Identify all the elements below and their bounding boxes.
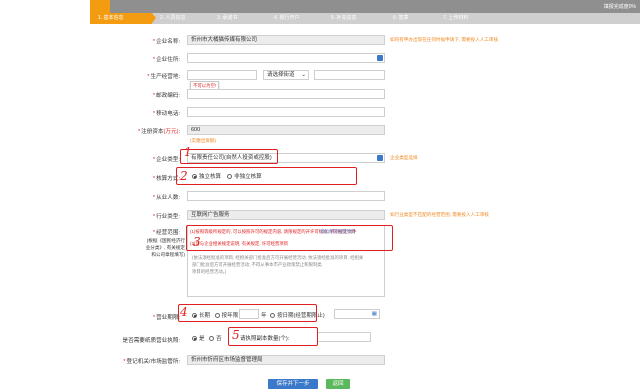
save-next-button[interactable]: 保存并下一步 (268, 379, 318, 389)
annotation-box-2 (176, 167, 357, 185)
progress-fill (90, 0, 110, 13)
company-type-picker-icon[interactable] (377, 155, 383, 161)
business-place-region-select[interactable] (187, 70, 257, 80)
annotation-box-5 (228, 327, 318, 346)
period-label: *营业期限: (152, 315, 180, 321)
company-type-hint: 企业类型选择 (390, 155, 418, 160)
calendar-icon[interactable]: ▦ (372, 310, 377, 318)
company-type-label: *企业类型: (152, 157, 180, 163)
company-address-field[interactable] (187, 53, 385, 63)
company-name-hint: 如何有申办出现在任何时候申请下, 需要投入人工审核 (390, 37, 499, 42)
postcode-label: *邮政编码: (152, 93, 180, 99)
annotation-box-4 (178, 304, 317, 322)
radio-yes[interactable]: 是 (192, 336, 205, 342)
business-place-detail-field[interactable] (314, 70, 385, 80)
mobile-field[interactable] (187, 107, 385, 117)
employees-field[interactable] (187, 191, 385, 201)
paper-license-radio-group: 是 否 (192, 334, 222, 342)
chevron-down-icon: ⌄ (301, 72, 306, 78)
radio-no[interactable]: 否 (209, 336, 222, 342)
progress-label: 填报完成度0% (603, 4, 636, 10)
industry-hint: 如行业类型不匹配的经营范围, 需要投入人工审核 (390, 212, 490, 217)
capital-field[interactable]: 600 (187, 125, 385, 135)
authority-label: *登记机关/市场监管所: (123, 359, 180, 365)
business-place-label: *生产经营地: (147, 74, 180, 80)
authority-field[interactable]: 忻州市忻府区市场监督管理局 (187, 355, 385, 365)
business-place-street-select[interactable]: 请选择街道 ⌄ (263, 70, 309, 80)
scope-gray-line-2: 部门批准后方可开展经营活动; 不得从事本市产业政策禁止和限制类 (192, 262, 322, 267)
mobile-label: *移动电话: (152, 111, 180, 117)
scope-gray-line-3: 项目的经营活动。) (192, 269, 227, 274)
company-name-field[interactable]: 忻州市大橘猫传媒有限公司 (187, 35, 385, 45)
annotation-number-4: 4 (180, 305, 188, 319)
annotation-number-3: 3 (193, 235, 201, 249)
step-commitment[interactable]: 3. 承诺书 (209, 13, 266, 24)
annotation-box-3 (186, 225, 393, 251)
step-upload[interactable]: 7. 上传材料 (435, 13, 495, 24)
back-button[interactable]: 返回 (326, 379, 350, 389)
capital-note: (实缴出资额) (190, 138, 217, 143)
annotation-number-5: 5 (232, 328, 240, 342)
step-personnel[interactable]: 2. 人员信息 (152, 13, 209, 24)
capital-label: *注册资本(万元): (137, 129, 180, 135)
step-bank[interactable]: 4. 银行开户 (266, 13, 323, 24)
postcode-field[interactable] (187, 89, 385, 99)
employees-label: *从业人数: (152, 195, 180, 201)
period-date-field[interactable]: ▦ (334, 309, 380, 319)
annotation-number-2: 2 (180, 169, 188, 183)
scope-label: *经营范围: (152, 230, 180, 236)
copies-field[interactable] (317, 332, 371, 342)
industry-field[interactable]: 互联网广告服务 (187, 210, 385, 220)
annotation-box-1 (180, 149, 278, 164)
step-signature[interactable]: 6. 签章 (385, 13, 442, 24)
industry-label: *行业类型: (152, 214, 180, 220)
company-address-label: *企业住所: (152, 57, 180, 63)
step-supplement[interactable]: 5. 补充信息 (323, 13, 380, 24)
company-name-label: *企业名称: (152, 39, 180, 45)
address-picker-icon[interactable] (377, 55, 383, 61)
scope-side-note: (根据《国民经济行 业分类》, 有关规定 和公司章程填写) (145, 238, 185, 257)
step-nav: 1. 基本信息 2. 人员信息 3. 承诺书 4. 银行开户 5. 补充信息 6… (90, 13, 640, 24)
step-basic-info[interactable]: 1. 基本信息 (90, 13, 156, 24)
annotation-number-1: 1 (184, 145, 192, 159)
paper-license-label: 是否需要纸质营业执照: (122, 338, 181, 344)
accounting-label: *核算方式: (152, 176, 180, 182)
scope-gray-line-1: (依法须经批准的项目, 经相关部门批准后方可开展经营活动, 依法须经批准的项目,… (192, 255, 364, 260)
progress-bar: 填报完成度0% (90, 0, 640, 13)
